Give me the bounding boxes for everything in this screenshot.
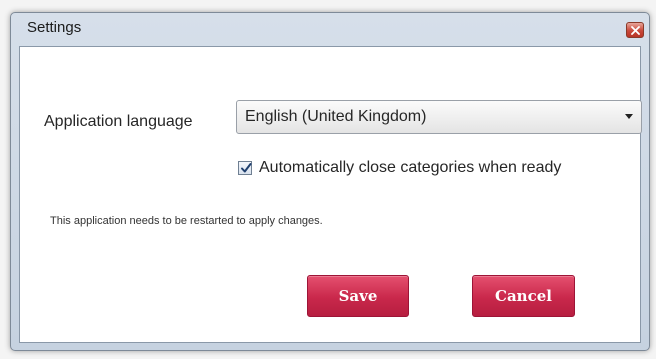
title-bar[interactable]: Settings: [11, 13, 649, 43]
auto-close-option[interactable]: Automatically close categories when read…: [238, 157, 561, 179]
chevron-down-icon: [625, 114, 633, 119]
cancel-button[interactable]: Cancel: [472, 275, 575, 317]
close-button[interactable]: [626, 22, 644, 38]
settings-dialog: Settings Application language English (U…: [10, 12, 650, 351]
language-select[interactable]: English (United Kingdom): [236, 100, 642, 134]
restart-note: This application needs to be restarted t…: [50, 215, 323, 227]
close-icon: [630, 25, 640, 35]
dialog-content: Application language English (United Kin…: [19, 46, 642, 343]
save-button[interactable]: Save: [307, 275, 409, 317]
application-language-label: Application language: [44, 113, 193, 130]
auto-close-checkbox[interactable]: [238, 161, 252, 175]
language-select-value: English (United Kingdom): [245, 108, 427, 125]
checkmark-icon: [241, 163, 252, 173]
auto-close-label[interactable]: Automatically close categories when read…: [259, 159, 561, 177]
window-title: Settings: [27, 19, 82, 36]
